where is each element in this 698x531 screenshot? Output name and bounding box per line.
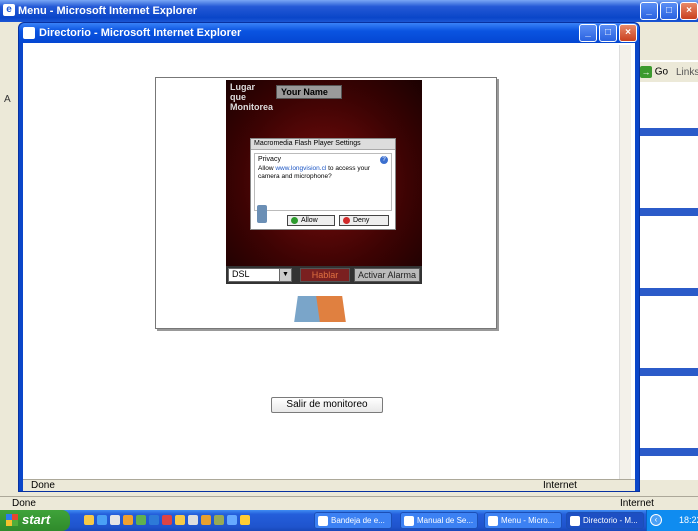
quick-launch-icon[interactable] bbox=[110, 515, 120, 525]
quick-launch-icon[interactable] bbox=[149, 515, 159, 525]
taskbar-button-active[interactable]: Directorio - M... bbox=[566, 512, 644, 529]
quick-launch-icon[interactable] bbox=[175, 515, 185, 525]
quick-launch bbox=[84, 515, 253, 528]
quick-launch-icon[interactable] bbox=[201, 515, 211, 525]
quick-launch-icon[interactable] bbox=[188, 515, 198, 525]
desktop: e Menu - Microsoft Internet Explorer _ □ ×… bbox=[0, 0, 698, 531]
ie-icon bbox=[488, 516, 498, 526]
background-window-titlebar[interactable]: e Menu - Microsoft Internet Explorer _ □ × bbox=[0, 0, 698, 22]
front-window-title: Directorio - Microsoft Internet Explorer bbox=[39, 27, 242, 39]
site-link[interactable]: www.longvision.cl bbox=[275, 165, 326, 172]
quick-launch-icon[interactable] bbox=[136, 515, 146, 525]
deny-button[interactable]: Deny bbox=[339, 215, 389, 226]
minimize-button[interactable]: _ bbox=[640, 2, 658, 20]
connection-select[interactable]: DSL ▼ bbox=[228, 268, 292, 282]
page-content: Lugar que Monitorea Your Name Macromedia… bbox=[23, 43, 635, 479]
background-status-bar: Done Internet bbox=[0, 496, 698, 510]
taskbar-button[interactable]: Manual de Se... bbox=[400, 512, 478, 529]
chevron-down-icon: ▼ bbox=[279, 269, 291, 281]
quick-launch-icon[interactable] bbox=[214, 515, 224, 525]
go-label: Go bbox=[654, 66, 669, 78]
go-arrow-icon: → bbox=[640, 66, 652, 78]
deny-icon bbox=[343, 216, 350, 224]
taskbar-button[interactable]: Bandeja de e... bbox=[314, 512, 392, 529]
go-button[interactable]: → Go bbox=[640, 66, 668, 78]
alarma-button[interactable]: Activar Alarma bbox=[354, 268, 420, 282]
privacy-panel: Privacy ? Allow www.longvision.cl to acc… bbox=[254, 153, 392, 211]
allow-button[interactable]: Allow bbox=[287, 215, 335, 226]
privacy-heading: Privacy bbox=[258, 156, 281, 163]
flash-settings-dialog: Macromedia Flash Player Settings Privacy… bbox=[250, 138, 396, 230]
camera-icon bbox=[257, 205, 267, 223]
email-icon bbox=[318, 516, 328, 526]
hablar-button[interactable]: Hablar bbox=[300, 268, 350, 282]
start-button[interactable]: start bbox=[0, 510, 70, 531]
background-status-zone: Internet bbox=[620, 498, 654, 509]
quick-launch-icon[interactable] bbox=[240, 515, 250, 525]
quick-launch-icon[interactable] bbox=[97, 515, 107, 525]
check-icon bbox=[291, 216, 298, 224]
ie-icon bbox=[570, 516, 580, 526]
front-window-titlebar[interactable]: Directorio - Microsoft Internet Explorer… bbox=[19, 23, 639, 43]
links-label[interactable]: Links bbox=[676, 67, 698, 78]
status-zone: Internet bbox=[543, 480, 577, 491]
system-tray: ‹ 18:22 bbox=[646, 510, 698, 531]
quick-launch-icon[interactable] bbox=[123, 515, 133, 525]
taskbar: start Bandeja de e... Manual de Se... Me… bbox=[0, 510, 698, 531]
monitor-panel: Lugar que Monitorea Your Name Macromedia… bbox=[155, 77, 497, 329]
front-status-bar: Done Internet bbox=[23, 479, 635, 491]
status-done: Done bbox=[31, 480, 55, 491]
background-window-title: Menu - Microsoft Internet Explorer bbox=[18, 5, 198, 17]
clock: 18:22 bbox=[679, 515, 698, 525]
company-logo bbox=[294, 294, 346, 324]
help-icon[interactable]: ? bbox=[380, 156, 388, 164]
flash-settings-title: Macromedia Flash Player Settings bbox=[251, 139, 395, 150]
minimize-button[interactable]: _ bbox=[579, 24, 597, 42]
address-label: A bbox=[4, 94, 11, 105]
chevron-left-icon[interactable]: ‹ bbox=[650, 514, 662, 526]
maximize-button[interactable]: □ bbox=[660, 2, 678, 20]
quick-launch-icon[interactable] bbox=[162, 515, 172, 525]
close-button[interactable]: × bbox=[680, 2, 698, 20]
close-button[interactable]: × bbox=[619, 24, 637, 42]
document-icon bbox=[404, 516, 414, 526]
vertical-scrollbar[interactable] bbox=[619, 45, 631, 479]
taskbar-button[interactable]: Menu - Micro... bbox=[484, 512, 562, 529]
privacy-text: Allow www.longvision.cl to access your c… bbox=[258, 165, 370, 180]
lugar-label: Lugar que Monitorea bbox=[230, 82, 274, 112]
front-window: Directorio - Microsoft Internet Explorer… bbox=[18, 22, 640, 492]
flash-control-bar: DSL ▼ Hablar Activar Alarma bbox=[226, 266, 422, 284]
background-status-done: Done bbox=[12, 498, 36, 509]
quick-launch-icon[interactable] bbox=[84, 515, 94, 525]
windows-flag-icon bbox=[6, 514, 18, 526]
maximize-button[interactable]: □ bbox=[599, 24, 617, 42]
salir-button[interactable]: Salir de monitoreo bbox=[271, 397, 383, 413]
flash-app: Lugar que Monitorea Your Name Macromedia… bbox=[226, 80, 422, 284]
ie-icon bbox=[23, 27, 35, 39]
name-field[interactable]: Your Name bbox=[276, 85, 342, 99]
background-page-strip bbox=[640, 120, 698, 480]
quick-launch-icon[interactable] bbox=[227, 515, 237, 525]
ie-icon: e bbox=[3, 4, 15, 16]
